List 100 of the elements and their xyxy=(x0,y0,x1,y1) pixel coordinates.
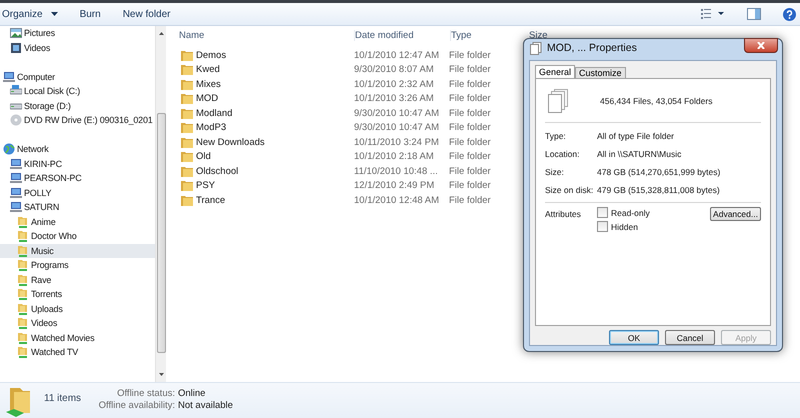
property-label: Location: xyxy=(545,149,580,159)
file-name[interactable]: Old xyxy=(196,151,211,162)
nav-item[interactable]: Uploads xyxy=(0,302,155,316)
table-cell-text: File folder xyxy=(449,122,492,134)
table-cell-text: File folder xyxy=(449,50,492,61)
folder-icon xyxy=(17,317,29,330)
up-arrow-icon[interactable] xyxy=(158,32,164,35)
status-label: Offline availability: xyxy=(98,400,175,411)
folder-icon xyxy=(17,216,29,228)
dialog-button[interactable]: OK xyxy=(609,330,659,345)
table-cell-text: 10/1/2010 12:48 AM xyxy=(354,194,440,206)
close-icon xyxy=(757,42,765,49)
file-name[interactable]: Oldschool xyxy=(196,166,238,177)
documents-icon xyxy=(548,89,568,113)
table-cell-text: 11/10/2010 10:48 ... xyxy=(354,166,439,177)
table-cell-text: File folder xyxy=(449,108,492,119)
nav-item[interactable]: SATURN xyxy=(0,200,155,214)
down-arrow-icon[interactable] xyxy=(158,373,164,376)
scrollbar[interactable] xyxy=(155,26,166,382)
checkbox[interactable]: Read-only xyxy=(597,207,650,218)
folder-icon xyxy=(181,78,193,90)
nav-item[interactable]: KIRIN-PC xyxy=(0,156,155,171)
file-name[interactable]: ModP3 xyxy=(196,122,226,134)
nav-item[interactable]: DVD RW Drive (E:) 090316_0201 xyxy=(0,113,155,128)
tab[interactable]: General xyxy=(535,65,576,78)
picture-icon xyxy=(10,27,22,40)
table-cell-text: 10/11/2010 3:24 PM xyxy=(354,136,440,148)
file-name[interactable]: PSY xyxy=(196,180,216,192)
folder-icon xyxy=(181,194,193,206)
attributes-label: Attributes xyxy=(545,209,582,219)
table-cell-text: 9/30/2010 8:07 AM xyxy=(354,64,435,76)
file-name[interactable]: Kwed xyxy=(196,64,220,76)
table-cell-text: 10/1/2010 12:47 AM xyxy=(354,50,440,61)
toolbar-button[interactable]: Organize xyxy=(2,4,68,24)
file-name[interactable]: Mixes xyxy=(196,78,221,90)
nav-item[interactable]: Doctor Who xyxy=(0,229,155,244)
folder-icon xyxy=(181,122,193,134)
help-icon[interactable] xyxy=(783,8,796,20)
nav-item[interactable]: Network xyxy=(0,142,155,156)
property-value: 479 GB (515,328,811,008 bytes) xyxy=(597,185,720,195)
folder-icon xyxy=(181,151,193,162)
folder-icon xyxy=(181,93,193,104)
disc-icon xyxy=(10,114,22,126)
column-header[interactable]: Type xyxy=(451,30,529,41)
disk-icon xyxy=(10,85,22,98)
item-count: 11 items xyxy=(44,393,82,404)
close-button[interactable] xyxy=(744,38,778,53)
nav-item[interactable]: Storage (D:) xyxy=(0,98,155,113)
table-cell-text: 10/1/2010 2:18 AM xyxy=(354,151,435,162)
folder-icon xyxy=(181,180,193,192)
folder-icon xyxy=(181,136,193,148)
table-cell-text: 9/30/2010 10:47 AM xyxy=(354,122,440,134)
preview-pane-icon[interactable] xyxy=(747,8,761,20)
status-label: Offline status: xyxy=(116,388,175,399)
file-name[interactable]: Demos xyxy=(196,50,226,61)
dialog-button[interactable]: Cancel xyxy=(665,330,715,345)
folder-icon xyxy=(181,64,193,76)
nav-item[interactable]: Computer xyxy=(0,70,155,84)
checkbox[interactable]: Hidden xyxy=(597,221,650,232)
file-name[interactable]: MOD xyxy=(196,93,218,104)
caret-icon xyxy=(50,12,58,16)
column-header[interactable]: Size xyxy=(529,30,548,41)
table-cell-text: File folder xyxy=(449,136,492,148)
nav-item[interactable]: Pictures xyxy=(0,26,155,40)
status-value: Online xyxy=(178,388,206,399)
nav-item[interactable]: Watched TV xyxy=(0,345,155,360)
folder-icon xyxy=(181,50,193,61)
advanced-button[interactable]: Advanced... xyxy=(710,207,761,221)
computer-icon xyxy=(10,172,22,184)
nav-item[interactable]: Videos xyxy=(0,316,155,330)
folder-icon xyxy=(17,346,29,358)
scroll-thumb[interactable] xyxy=(156,113,166,353)
nav-item[interactable]: Local Disk (C:) xyxy=(0,84,155,98)
table-cell-text: File folder xyxy=(449,151,492,162)
file-name[interactable]: New Downloads xyxy=(196,136,265,148)
nav-item[interactable]: PEARSON-PC xyxy=(0,171,155,186)
table-cell-text: 9/30/2010 10:47 AM xyxy=(354,108,440,119)
nav-item[interactable]: Rave xyxy=(0,272,155,287)
nav-item[interactable]: Watched Movies xyxy=(0,330,155,345)
column-header[interactable]: Date modified xyxy=(355,30,451,41)
computer-icon xyxy=(3,70,15,83)
toolbar-button[interactable]: New folder xyxy=(122,4,181,24)
table-cell-text: File folder xyxy=(449,180,492,192)
folder-icon xyxy=(17,244,29,257)
property-label: Size on disk: xyxy=(545,185,594,195)
nav-item[interactable]: Anime xyxy=(0,214,155,229)
computer-icon xyxy=(10,201,22,214)
computer-icon xyxy=(10,158,22,170)
tab[interactable]: Customize xyxy=(575,67,626,78)
nav-item[interactable]: POLLY xyxy=(0,186,155,200)
nav-item[interactable]: Programs xyxy=(0,258,155,272)
nav-item[interactable]: Torrents xyxy=(0,287,155,302)
file-name[interactable]: Modland xyxy=(196,108,232,119)
file-name[interactable]: Trance xyxy=(196,194,226,206)
nav-item[interactable]: Videos xyxy=(0,40,155,55)
toolbar-button[interactable]: Burn xyxy=(80,4,111,24)
view-icon[interactable] xyxy=(701,9,725,19)
nav-item[interactable]: Music xyxy=(0,244,155,258)
column-header[interactable]: Name xyxy=(179,30,355,41)
property-value: All in \\SATURN\Music xyxy=(597,149,682,159)
